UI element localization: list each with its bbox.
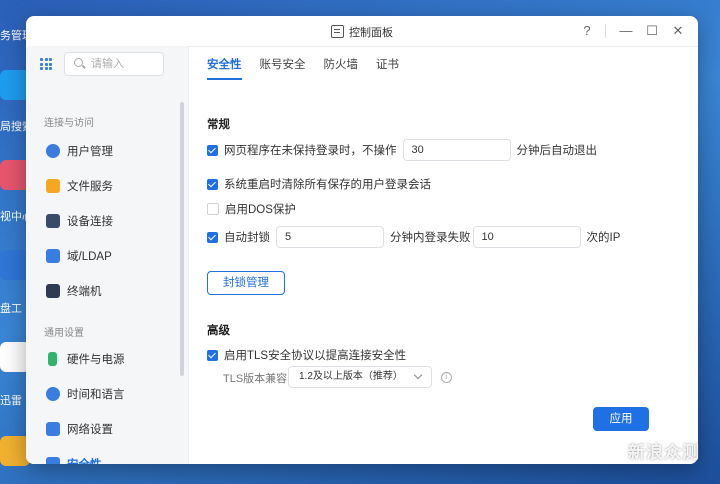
device-icon — [46, 214, 60, 228]
close-button[interactable]: ✕ — [668, 22, 688, 40]
sidebar: 连接与访问 用户管理 文件服务 设备连接 域/LDAP 终端机 通用设置 硬件与… — [26, 46, 189, 464]
clear-sessions-row: 系统重启时清除所有保存的用户登录会话 — [207, 176, 431, 192]
window-title-text: 控制面板 — [349, 27, 393, 39]
sidebar-item-ldap[interactable]: 域/LDAP — [26, 239, 186, 273]
advanced-heading: 高级 — [207, 325, 230, 337]
info-icon[interactable]: i — [441, 372, 452, 383]
apps-grid-icon[interactable] — [40, 58, 52, 70]
block-suffix-label: 次的IP — [586, 232, 621, 244]
section-title-connection: 连接与访问 — [44, 118, 94, 129]
maximize-button[interactable]: ☐ — [642, 22, 662, 40]
sidebar-item-time-language[interactable]: 时间和语言 — [26, 377, 186, 411]
folder-icon — [46, 179, 60, 193]
tls-enable-row: 启用TLS安全协议以提高连接安全性 — [207, 347, 406, 363]
sidebar-item-label: 终端机 — [67, 286, 102, 298]
battery-icon — [48, 352, 57, 366]
clear-sessions-checkbox[interactable] — [207, 178, 218, 190]
sidebar-item-security[interactable]: 安全性 — [26, 447, 186, 464]
autoblock-label: 自动封锁 — [224, 232, 270, 244]
tab-bar: 安全性 账号安全 防火墙 证书 — [207, 56, 417, 80]
dos-checkbox[interactable] — [207, 203, 219, 215]
help-button[interactable]: ? — [577, 22, 597, 40]
sidebar-item-label: 域/LDAP — [67, 251, 112, 263]
control-panel-window: 控制面板 ? — ☐ ✕ 连接与访问 用户管理 文件服务 — [26, 16, 698, 464]
clear-sessions-label: 系统重启时清除所有保存的用户登录会话 — [224, 179, 431, 191]
control-panel-icon — [331, 25, 344, 38]
sidebar-item-user-management[interactable]: 用户管理 — [26, 134, 186, 168]
sidebar-item-label: 安全性 — [67, 456, 102, 464]
divider — [605, 24, 606, 38]
dos-row: 启用DOS保护 — [207, 201, 296, 217]
tls-version-label: TLS版本兼容 — [223, 373, 288, 385]
main-panel: 安全性 账号安全 防火墙 证书 常规 网页程序在未保持登录时，不操作 30 分钟… — [189, 46, 698, 464]
sidebar-search — [64, 52, 164, 76]
sidebar-item-label: 硬件与电源 — [67, 354, 125, 366]
autoblock-checkbox[interactable] — [207, 231, 218, 243]
search-icon — [74, 58, 83, 67]
network-icon — [46, 422, 60, 436]
tab-security[interactable]: 安全性 — [207, 56, 242, 80]
watermark: 新浪众测 — [628, 443, 700, 462]
sidebar-item-device-connection[interactable]: 设备连接 — [26, 204, 186, 238]
block-minutes-input[interactable]: 5 — [276, 226, 384, 248]
minimize-button[interactable]: — — [616, 22, 636, 40]
general-heading: 常规 — [207, 119, 230, 131]
tls-enable-label: 启用TLS安全协议以提高连接安全性 — [224, 350, 407, 362]
apply-button[interactable]: 应用 — [593, 407, 649, 431]
sidebar-item-file-services[interactable]: 文件服务 — [26, 169, 186, 203]
sidebar-item-terminal[interactable]: 终端机 — [26, 274, 186, 308]
timeout-input[interactable]: 30 — [402, 139, 511, 161]
block-mid-label: 分钟内登录失败 — [390, 232, 471, 244]
timeout-label: 网页程序在未保持登录时，不操作 — [224, 145, 397, 157]
section-title-general: 通用设置 — [44, 328, 84, 339]
sidebar-item-label: 文件服务 — [67, 181, 113, 193]
sidebar-item-hardware-power[interactable]: 硬件与电源 — [26, 342, 186, 376]
title-bar[interactable]: 控制面板 ? — ☐ ✕ — [26, 16, 698, 47]
domain-icon — [46, 249, 60, 263]
timeout-row: 网页程序在未保持登录时，不操作 30 分钟后自动退出 — [207, 139, 597, 161]
sidebar-item-network[interactable]: 网络设置 — [26, 412, 186, 446]
dos-label: 启用DOS保护 — [225, 204, 296, 216]
autoblock-row: 自动封锁 5 分钟内登录失败 10 次的IP — [207, 226, 620, 248]
sidebar-scrollbar[interactable] — [180, 102, 184, 376]
tab-certificate[interactable]: 证书 — [376, 56, 399, 80]
user-icon — [46, 144, 60, 158]
sidebar-item-label: 网络设置 — [67, 424, 113, 436]
sidebar-item-label: 设备连接 — [67, 216, 113, 228]
tls-version-select[interactable]: 1.2及以上版本（推荐） — [288, 366, 432, 388]
tls-checkbox[interactable] — [207, 349, 218, 361]
tab-account-security[interactable]: 账号安全 — [260, 56, 306, 80]
tab-firewall[interactable]: 防火墙 — [324, 56, 359, 80]
block-manage-button[interactable]: 封锁管理 — [207, 271, 285, 295]
timeout-checkbox[interactable] — [207, 144, 218, 156]
chevron-down-icon — [413, 370, 423, 380]
sidebar-item-label: 时间和语言 — [67, 389, 125, 401]
timeout-suffix: 分钟后自动退出 — [516, 145, 598, 157]
terminal-icon — [46, 284, 60, 298]
block-count-input[interactable]: 10 — [472, 226, 581, 248]
globe-icon — [46, 387, 60, 401]
shield-icon — [46, 457, 60, 464]
sidebar-item-label: 用户管理 — [67, 146, 113, 158]
tls-version-value: 1.2及以上版本（推荐） — [299, 371, 403, 382]
search-input[interactable] — [89, 55, 163, 73]
